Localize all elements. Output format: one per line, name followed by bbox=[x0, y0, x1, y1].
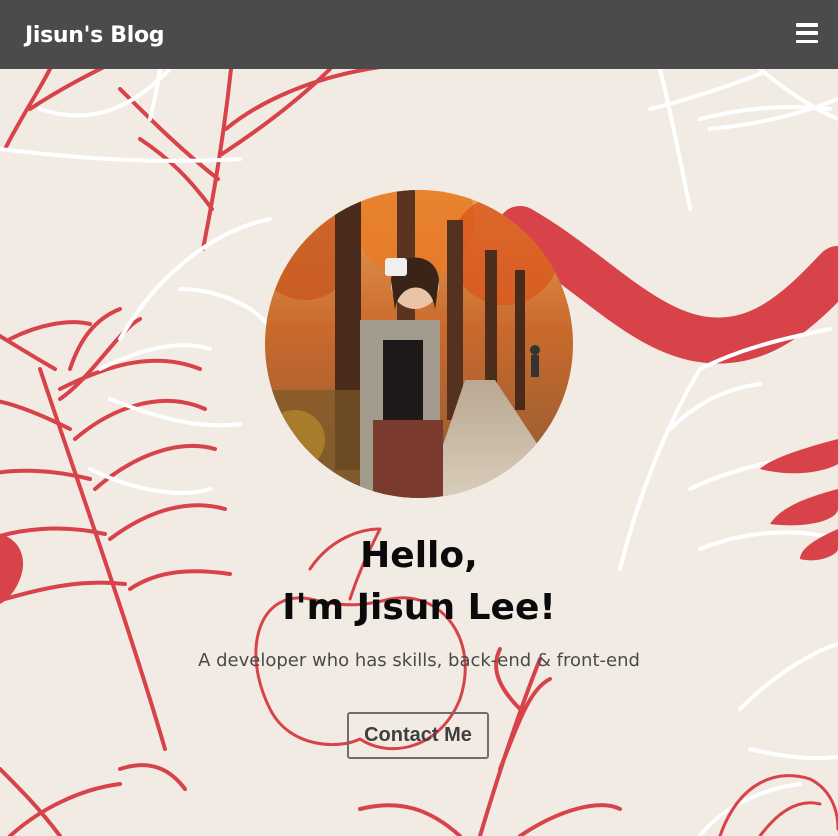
hero-subtitle: A developer who has skills, back-end & f… bbox=[198, 650, 640, 671]
profile-photo bbox=[265, 190, 573, 498]
contact-me-button[interactable]: Contact Me bbox=[347, 712, 489, 759]
navbar: Jisun's Blog bbox=[0, 0, 838, 69]
hero-title-line2: I'm Jisun Lee! bbox=[282, 587, 556, 628]
hamburger-menu-icon[interactable] bbox=[796, 23, 818, 43]
site-brand[interactable]: Jisun's Blog bbox=[25, 0, 165, 69]
hero-section: Hello, I'm Jisun Lee! A developer who ha… bbox=[0, 0, 838, 836]
hero-title: Hello, I'm Jisun Lee! bbox=[0, 530, 838, 634]
hero-title-line1: Hello, bbox=[360, 535, 478, 576]
